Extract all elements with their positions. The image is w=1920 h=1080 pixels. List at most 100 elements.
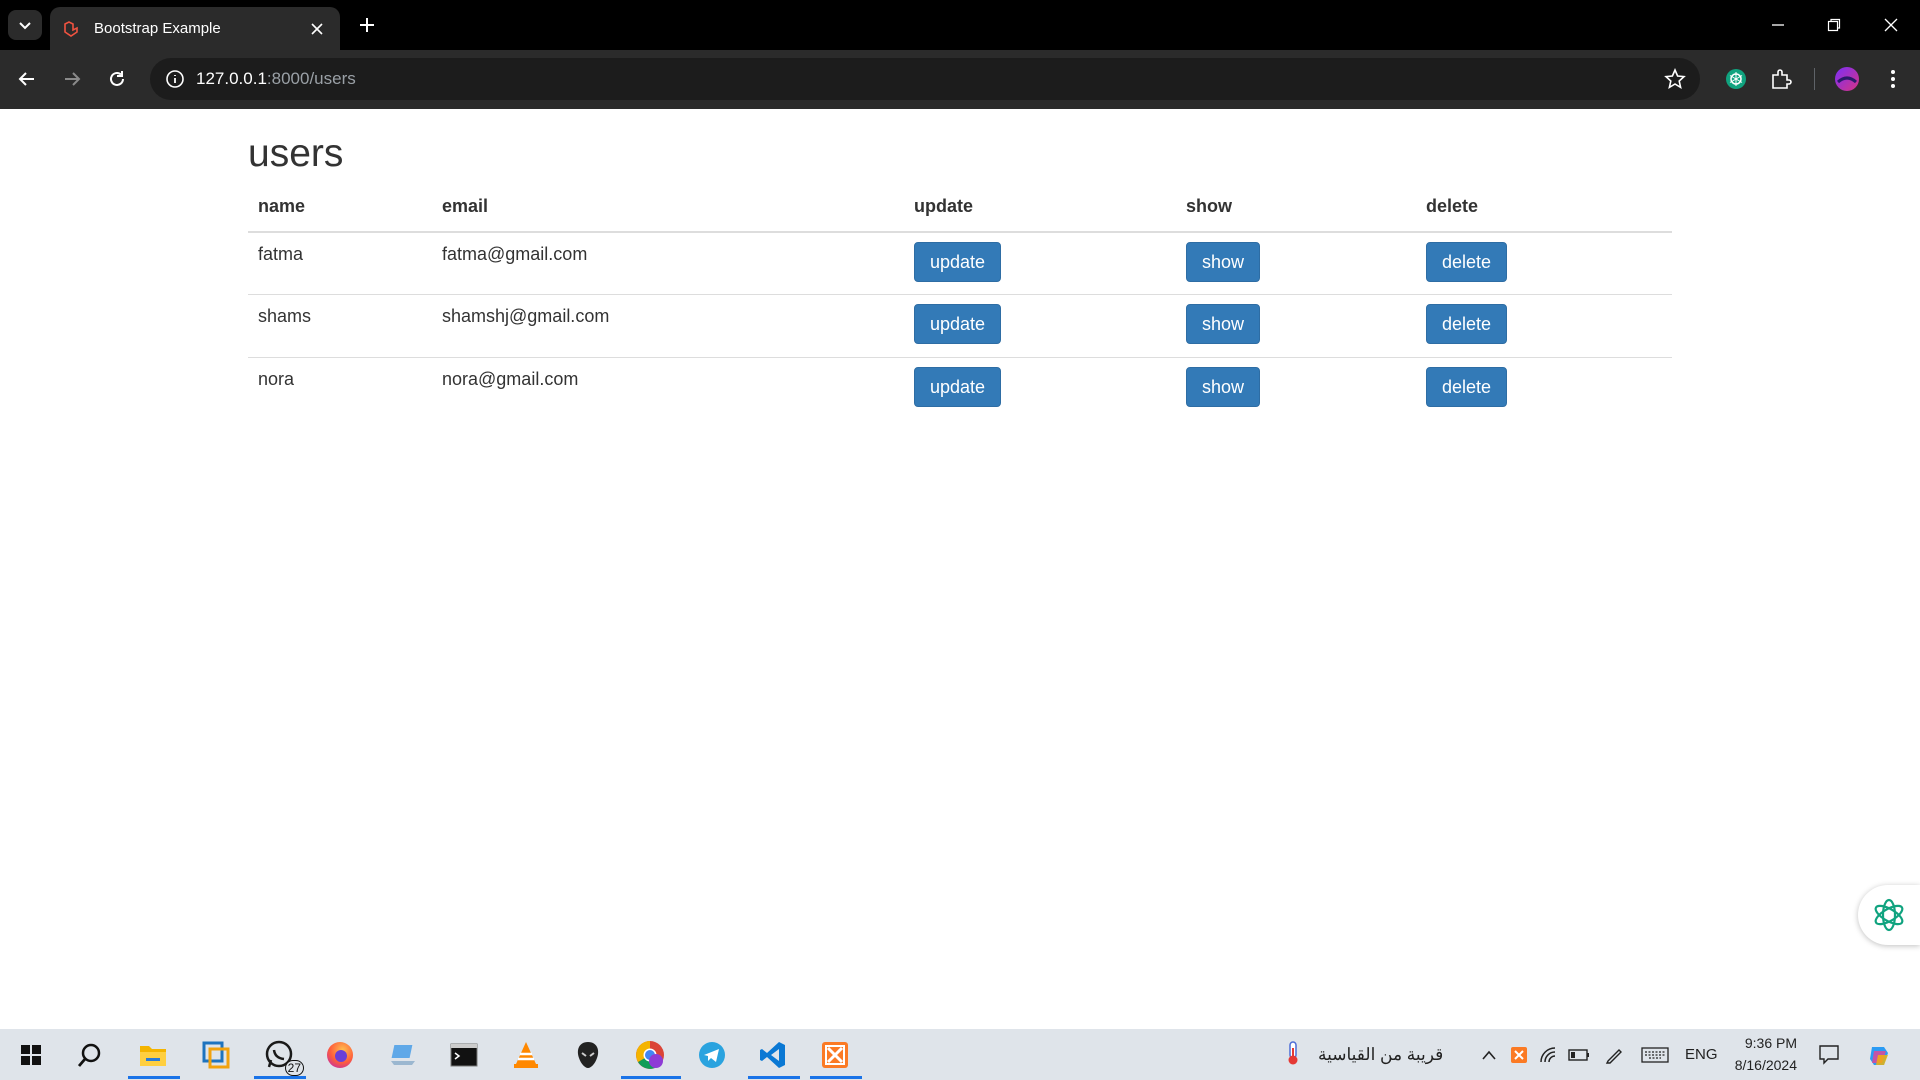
table-row: fatma fatma@gmail.com update show delete <box>248 232 1672 295</box>
wifi-icon[interactable] <box>1538 1044 1560 1066</box>
page-viewport: users name email update show delete fatm… <box>0 109 1920 1029</box>
close-tab-icon[interactable] <box>306 18 328 40</box>
cell-update: update <box>904 232 1176 295</box>
minimize-button[interactable] <box>1758 8 1798 42</box>
battery-icon[interactable] <box>1568 1044 1590 1066</box>
update-button[interactable]: update <box>914 367 1002 408</box>
laptop-app-icon[interactable] <box>382 1034 424 1076</box>
active-indicator <box>128 1076 180 1079</box>
file-explorer-icon[interactable] <box>132 1034 174 1076</box>
pen-icon[interactable] <box>1603 1044 1625 1066</box>
cell-show: show <box>1176 294 1416 358</box>
alienware-icon[interactable] <box>567 1034 609 1076</box>
cell-delete: delete <box>1416 294 1672 358</box>
restore-icon <box>1827 18 1841 32</box>
site-info-icon[interactable] <box>164 68 186 90</box>
language-indicator[interactable]: ENG <box>1685 1046 1718 1063</box>
users-table: name email update show delete fatma fatm… <box>248 195 1672 421</box>
show-hidden-icons-icon[interactable] <box>1478 1044 1500 1066</box>
reload-button[interactable] <box>100 62 134 96</box>
clock-time[interactable]: 9:36 PM <box>1735 1035 1797 1051</box>
table-header-row: name email update show delete <box>248 195 1672 233</box>
telegram-icon[interactable] <box>691 1034 733 1076</box>
column-header-show: show <box>1176 195 1416 233</box>
extensions-puzzle-icon[interactable] <box>1765 63 1797 95</box>
update-button[interactable]: update <box>914 241 1002 282</box>
cell-delete: delete <box>1416 232 1672 295</box>
minimize-icon <box>1772 24 1784 26</box>
show-button[interactable]: show <box>1186 241 1261 282</box>
profile-avatar-icon[interactable] <box>1831 63 1863 95</box>
clock-date[interactable]: 8/16/2024 <box>1727 1057 1797 1073</box>
browser-tab-active[interactable]: Bootstrap Example <box>50 7 340 50</box>
show-button[interactable]: show <box>1186 367 1261 408</box>
cell-email: shamshj@gmail.com <box>432 294 904 358</box>
page-title: users <box>248 132 344 175</box>
laravel-favicon-icon <box>62 19 82 39</box>
table-row: shams shamshj@gmail.com update show dele… <box>248 294 1672 358</box>
cell-show: show <box>1176 232 1416 295</box>
chatgpt-extension-icon[interactable] <box>1720 63 1752 95</box>
update-button[interactable]: update <box>914 304 1002 345</box>
restore-button[interactable] <box>1814 8 1854 42</box>
weather-text[interactable]: قريبة من القياسية <box>1318 1045 1443 1065</box>
floating-assistant-button[interactable] <box>1858 885 1920 945</box>
windows-start-icon[interactable] <box>10 1034 52 1076</box>
column-header-email: email <box>432 195 904 233</box>
column-header-update: update <box>904 195 1176 233</box>
cell-update: update <box>904 357 1176 421</box>
cell-email: nora@gmail.com <box>432 357 904 421</box>
url-path: :8000/users <box>266 69 356 88</box>
active-indicator <box>621 1076 681 1079</box>
arrow-right-icon <box>65 72 81 86</box>
chrome-icon[interactable] <box>629 1034 671 1076</box>
column-header-name: name <box>248 195 432 233</box>
virtualbox-icon[interactable] <box>195 1034 237 1076</box>
keyboard-icon[interactable] <box>1640 1044 1670 1066</box>
delete-button[interactable]: delete <box>1426 367 1508 408</box>
cell-delete: delete <box>1416 357 1672 421</box>
close-icon <box>1884 18 1898 32</box>
whatsapp-icon[interactable]: 27 <box>258 1034 304 1076</box>
openai-logo-icon <box>1874 898 1904 932</box>
url-host: 127.0.0.1 <box>196 69 267 88</box>
url-text[interactable]: 127.0.0.1:8000/users <box>196 69 356 89</box>
copilot-icon[interactable] <box>1865 1042 1893 1070</box>
forward-button[interactable] <box>55 62 89 96</box>
firefox-icon[interactable] <box>319 1034 361 1076</box>
cell-name: fatma <box>258 243 304 264</box>
back-button[interactable] <box>10 62 44 96</box>
chevron-down-icon <box>19 22 31 30</box>
active-indicator <box>748 1076 800 1079</box>
cell-name: shams <box>248 294 432 358</box>
show-button[interactable]: show <box>1186 304 1261 345</box>
plus-icon <box>360 18 374 32</box>
bookmark-star-icon[interactable] <box>1664 67 1686 90</box>
active-indicator <box>254 1076 306 1079</box>
whatsapp-unread-badge: 27 <box>284 1060 304 1076</box>
terminal-icon[interactable] <box>443 1034 485 1076</box>
browser-menu-icon[interactable] <box>1877 63 1909 95</box>
temperature-icon[interactable] <box>1282 1041 1304 1065</box>
search-icon[interactable] <box>69 1034 111 1076</box>
active-indicator <box>810 1076 862 1079</box>
tab-title: Bootstrap Example <box>94 20 221 37</box>
arrow-left-icon <box>18 72 34 86</box>
reload-icon <box>110 71 124 86</box>
vlc-icon[interactable] <box>505 1034 547 1076</box>
content-container: users name email update show delete fatm… <box>248 109 1672 421</box>
new-tab-button[interactable] <box>352 10 382 40</box>
table-row: nora nora@gmail.com update show delete <box>248 357 1672 421</box>
cell-email: fatma@gmail.com <box>442 243 588 264</box>
delete-button[interactable]: delete <box>1426 304 1508 345</box>
xampp-tray-icon[interactable] <box>1508 1044 1530 1066</box>
xampp-icon[interactable] <box>814 1034 856 1076</box>
tab-search-button[interactable] <box>8 10 42 40</box>
delete-button[interactable]: delete <box>1426 241 1508 282</box>
notifications-icon[interactable] <box>1818 1043 1840 1065</box>
close-window-button[interactable] <box>1871 8 1911 42</box>
vscode-icon[interactable] <box>752 1034 794 1076</box>
toolbar-separator <box>1814 68 1815 90</box>
address-bar[interactable]: 127.0.0.1:8000/users <box>150 58 1700 100</box>
column-header-delete: delete <box>1416 195 1672 233</box>
